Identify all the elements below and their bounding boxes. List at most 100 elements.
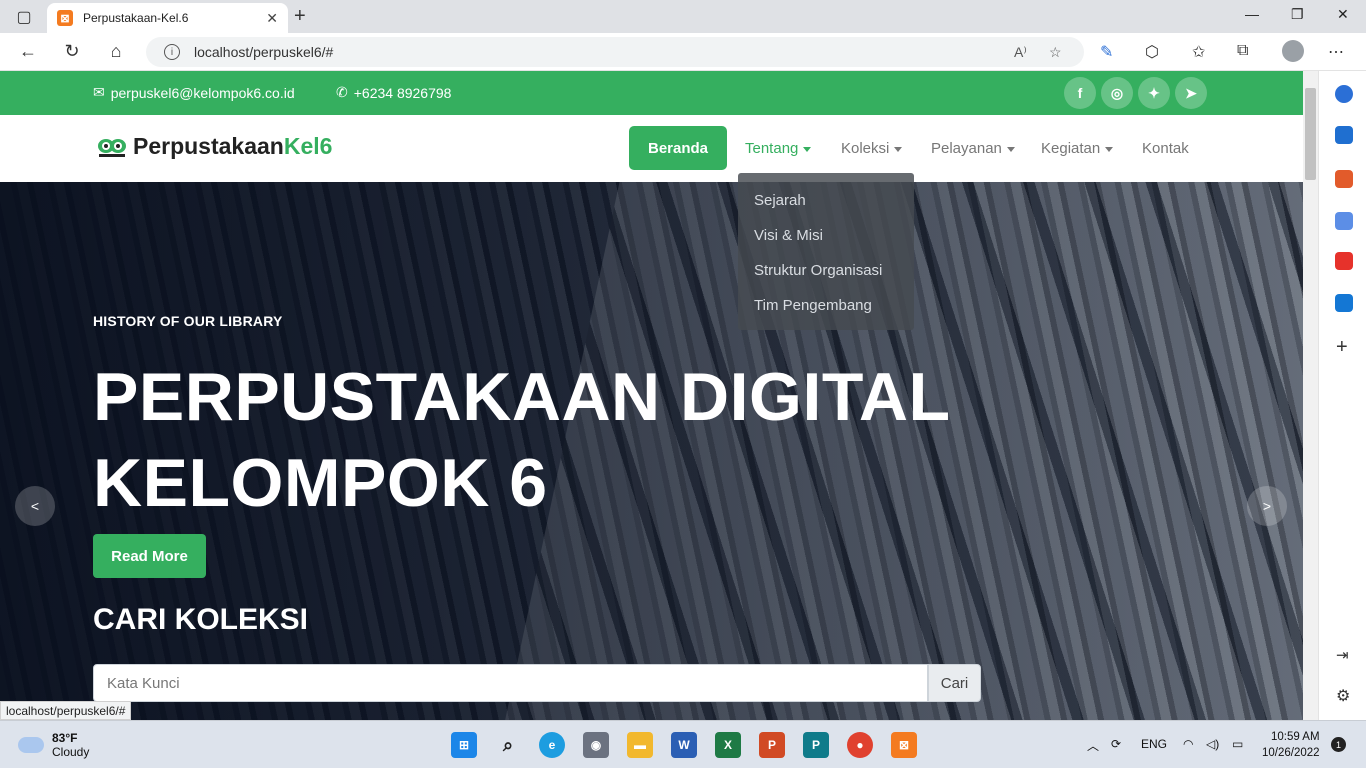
battery-icon[interactable]: ▭ bbox=[1232, 737, 1243, 751]
brand-main: Perpustakaan bbox=[133, 133, 284, 159]
tab-close-icon[interactable]: ✕ bbox=[266, 10, 278, 27]
cloud-icon bbox=[18, 737, 44, 753]
add-icon[interactable]: + bbox=[1336, 336, 1348, 359]
notification-badge[interactable]: 1 bbox=[1331, 737, 1346, 752]
tools-icon[interactable] bbox=[1335, 170, 1353, 188]
dropdown-item-visi-misi[interactable]: Visi & Misi bbox=[738, 218, 914, 253]
search-button[interactable]: Cari bbox=[928, 664, 981, 702]
restore-icon[interactable]: ❐ bbox=[1291, 6, 1304, 23]
settings-gear-icon[interactable]: ⚙ bbox=[1336, 686, 1350, 706]
status-bar-url: localhost/perpuskel6/# bbox=[0, 701, 132, 720]
read-aloud-icon[interactable]: A⁾ bbox=[1014, 44, 1027, 61]
word-icon[interactable]: W bbox=[671, 732, 697, 758]
tab-title: Perpustakaan-Kel.6 bbox=[83, 11, 189, 25]
url-field[interactable]: i localhost/perpuskel6/# A⁾ ☆ bbox=[146, 37, 1084, 67]
edge-icon[interactable]: e bbox=[539, 732, 565, 758]
games-icon[interactable] bbox=[1335, 212, 1353, 230]
twitter-icon[interactable]: ✦ bbox=[1138, 77, 1170, 109]
address-toolbar: ← ↻ ⌂ i localhost/perpuskel6/# A⁾ ☆ ✎ ⬡ … bbox=[0, 33, 1366, 71]
nav-kegiatan-label: Kegiatan bbox=[1041, 140, 1101, 157]
contact-topbar: ✉ perpuskel6@kelompok6.co.id ✆ +6234 892… bbox=[0, 71, 1303, 115]
window-close-icon[interactable]: ✕ bbox=[1337, 6, 1349, 23]
profile-avatar[interactable] bbox=[1282, 40, 1304, 62]
carousel-next-button[interactable]: > bbox=[1247, 486, 1287, 526]
nav-koleksi[interactable]: Koleksi bbox=[841, 140, 903, 157]
dropdown-item-struktur[interactable]: Struktur Organisasi bbox=[738, 253, 914, 288]
home-icon[interactable]: ⌂ bbox=[105, 41, 127, 62]
clock-time: 10:59 AM bbox=[1270, 731, 1320, 743]
more-menu-icon[interactable]: ⋯ bbox=[1328, 42, 1344, 62]
hero-carousel: HISTORY OF OUR LIBRARY PERPUSTAKAAN DIGI… bbox=[0, 182, 1303, 720]
xampp-favicon-icon: ⊠ bbox=[57, 10, 73, 26]
xampp-icon[interactable]: ⊠ bbox=[891, 732, 917, 758]
shopping-icon[interactable] bbox=[1335, 126, 1353, 144]
nav-tentang[interactable]: Tentang bbox=[745, 140, 812, 157]
edge-sidebar: + ⇥ ⚙ bbox=[1318, 71, 1366, 720]
search-taskbar-icon[interactable]: ⌕ bbox=[495, 732, 521, 758]
phone-text: +6234 8926798 bbox=[353, 84, 452, 101]
instagram-icon[interactable]: ◎ bbox=[1101, 77, 1133, 109]
nav-pelayanan[interactable]: Pelayanan bbox=[931, 140, 1015, 157]
site-info-icon[interactable]: i bbox=[164, 44, 180, 60]
publisher-icon[interactable]: P bbox=[803, 732, 829, 758]
dropdown-item-sejarah[interactable]: Sejarah bbox=[738, 183, 914, 218]
phone-icon: ✆ bbox=[336, 84, 348, 100]
weather-widget[interactable]: 83°F Cloudy bbox=[18, 731, 89, 759]
file-explorer-icon[interactable]: ▬ bbox=[627, 732, 653, 758]
chevron-down-icon bbox=[1105, 146, 1114, 152]
phone-item[interactable]: ✆ +6234 8926798 bbox=[336, 84, 451, 101]
library-logo-icon bbox=[98, 138, 126, 157]
tentang-dropdown-menu: Sejarah Visi & Misi Struktur Organisasi … bbox=[738, 173, 914, 330]
tab-actions-icon[interactable]: ▢ bbox=[10, 6, 38, 28]
dropdown-item-tim[interactable]: Tim Pengembang bbox=[738, 288, 914, 323]
new-tab-icon[interactable]: + bbox=[294, 5, 306, 28]
language-indicator[interactable]: ENG bbox=[1141, 737, 1167, 751]
chrome-icon[interactable]: ● bbox=[847, 732, 873, 758]
carousel-prev-button[interactable]: < bbox=[15, 486, 55, 526]
add-favorite-icon[interactable]: ☆ bbox=[1049, 44, 1062, 61]
brand-accent: Kel6 bbox=[283, 133, 333, 159]
refresh-icon[interactable]: ↻ bbox=[61, 41, 83, 62]
read-more-button[interactable]: Read More bbox=[93, 534, 206, 578]
clock[interactable]: 10:59 AM 10/26/2022 bbox=[1262, 729, 1320, 761]
url-text: localhost/perpuskel6/# bbox=[194, 44, 334, 60]
excel-icon[interactable]: X bbox=[715, 732, 741, 758]
hero-kicker: HISTORY OF OUR LIBRARY bbox=[93, 313, 283, 329]
brand-logo[interactable]: Perpustakaan Kel6 bbox=[97, 133, 332, 160]
nav-kontak[interactable]: Kontak bbox=[1142, 140, 1189, 157]
facebook-icon[interactable]: f bbox=[1064, 77, 1096, 109]
search-heading: CARI KOLEKSI bbox=[93, 603, 309, 636]
powerpoint-icon[interactable]: P bbox=[759, 732, 785, 758]
nav-beranda-button[interactable]: Beranda bbox=[629, 126, 727, 170]
outlook-icon[interactable] bbox=[1335, 294, 1353, 312]
scrollbar-thumb[interactable] bbox=[1305, 88, 1316, 180]
telegram-icon[interactable]: ➤ bbox=[1175, 77, 1207, 109]
main-navbar: Perpustakaan Kel6 Beranda Tentang Koleksi… bbox=[0, 115, 1303, 182]
chevron-down-icon bbox=[1006, 146, 1015, 152]
email-text: perpuskel6@kelompok6.co.id bbox=[110, 84, 295, 101]
collections-icon[interactable]: ⧉ bbox=[1237, 42, 1248, 60]
hero-title-line1: PERPUSTAKAAN DIGITAL bbox=[93, 359, 951, 435]
browser-tab[interactable]: ⊠ Perpustakaan-Kel.6 ✕ bbox=[47, 3, 288, 33]
nav-kegiatan[interactable]: Kegiatan bbox=[1041, 140, 1114, 157]
hide-sidebar-icon[interactable]: ⇥ bbox=[1336, 646, 1349, 664]
search-icon[interactable] bbox=[1335, 85, 1353, 103]
clock-date: 10/26/2022 bbox=[1262, 747, 1320, 759]
favorites-icon[interactable]: ✩ bbox=[1192, 42, 1205, 62]
camera-icon[interactable]: ◉ bbox=[583, 732, 609, 758]
back-icon[interactable]: ← bbox=[17, 41, 39, 62]
browser-tab-bar: ▢ ⊠ Perpustakaan-Kel.6 ✕ + — ❐ ✕ bbox=[0, 0, 1366, 33]
minimize-icon[interactable]: — bbox=[1245, 6, 1259, 22]
volume-icon[interactable]: ◁) bbox=[1206, 737, 1219, 751]
tray-chevron-icon[interactable]: ︿ bbox=[1087, 737, 1099, 754]
extensions-icon[interactable]: ⬡ bbox=[1145, 42, 1159, 62]
sync-icon[interactable]: ⟳ bbox=[1111, 737, 1121, 751]
search-input[interactable]: Kata Kunci bbox=[93, 664, 928, 702]
chevron-down-icon bbox=[803, 146, 812, 152]
pen-extension-icon[interactable]: ✎ bbox=[1100, 42, 1113, 62]
wifi-icon[interactable]: ◠ bbox=[1183, 737, 1193, 751]
start-icon[interactable]: ⊞ bbox=[451, 732, 477, 758]
office-icon[interactable] bbox=[1335, 252, 1353, 270]
email-item[interactable]: ✉ perpuskel6@kelompok6.co.id bbox=[93, 84, 295, 101]
nav-pelayanan-label: Pelayanan bbox=[931, 140, 1002, 157]
